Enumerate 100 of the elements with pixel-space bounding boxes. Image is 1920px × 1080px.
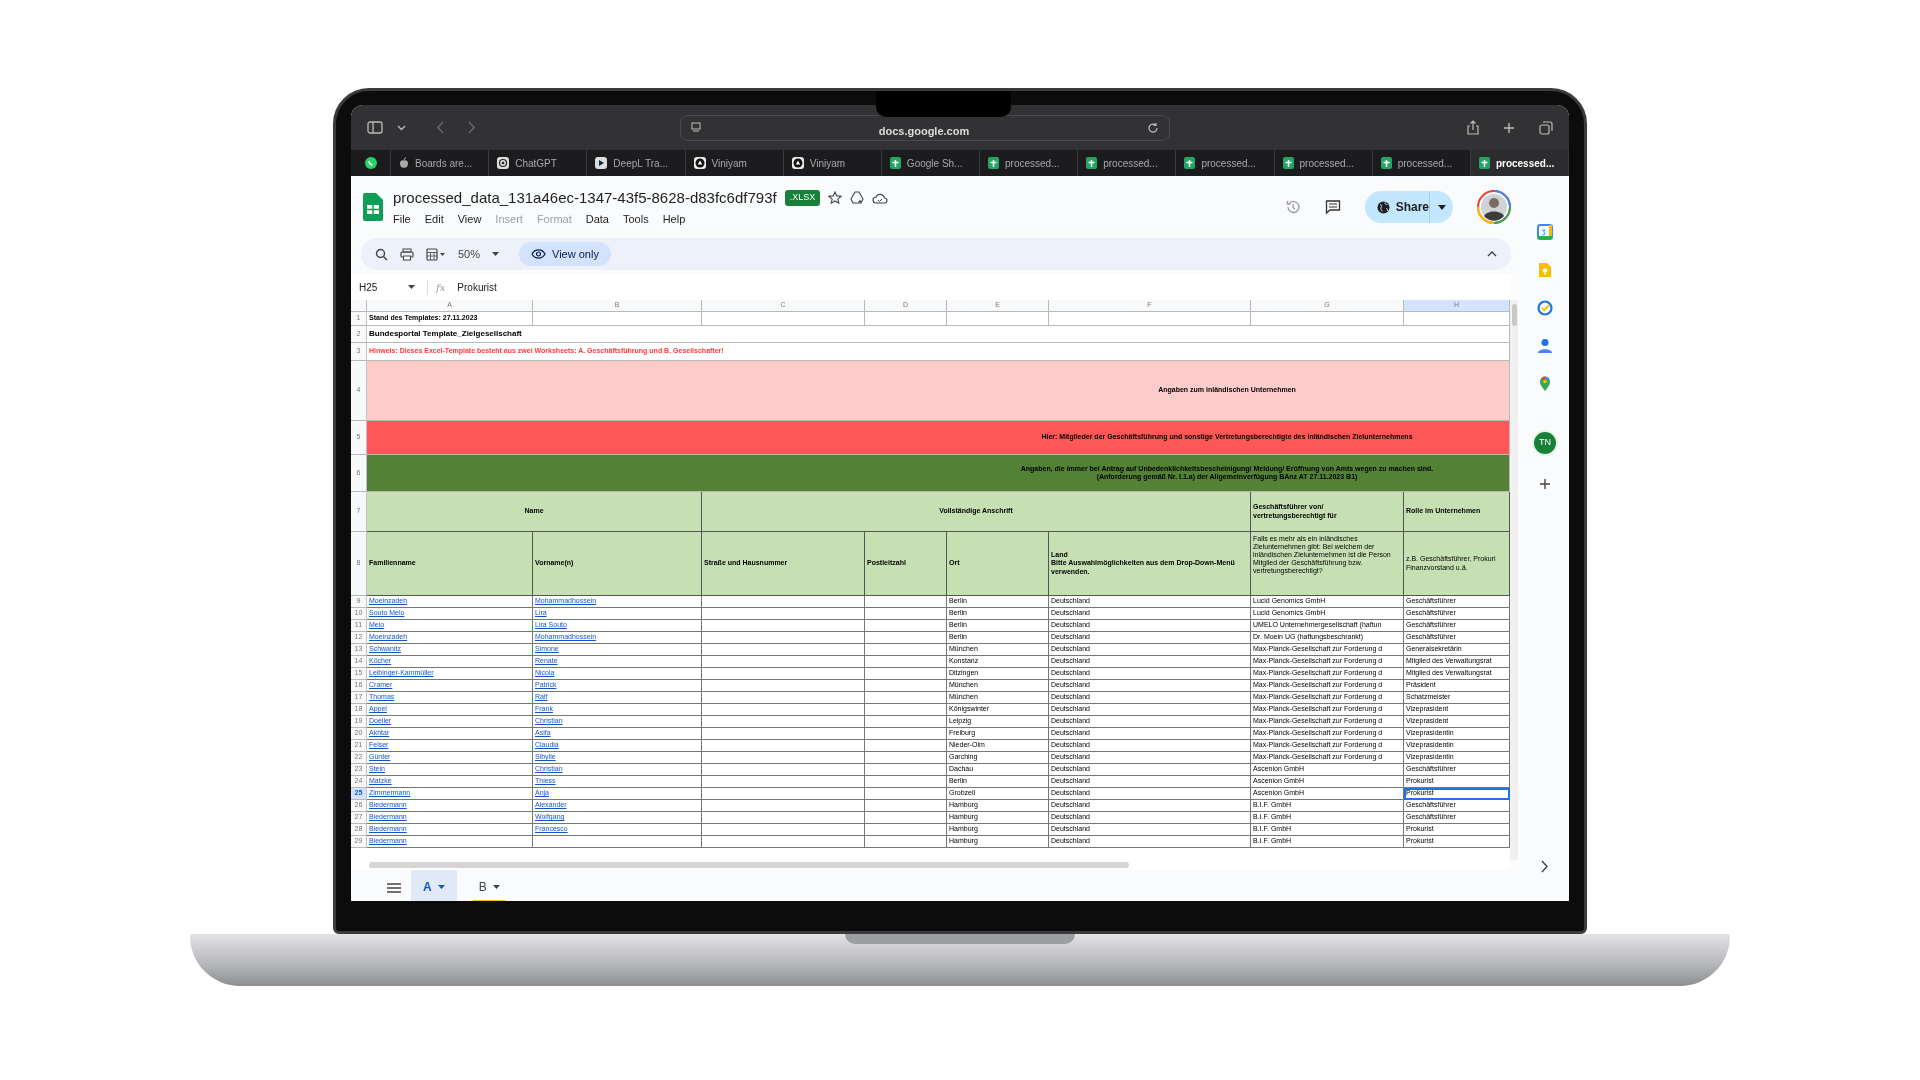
table-cell[interactable] bbox=[702, 788, 865, 800]
menu-icon[interactable] bbox=[387, 883, 401, 893]
table-cell[interactable] bbox=[865, 824, 947, 836]
person-icon[interactable] bbox=[1538, 338, 1552, 354]
table-cell[interactable] bbox=[947, 312, 1049, 326]
table-cell[interactable] bbox=[865, 632, 947, 644]
comment-icon[interactable] bbox=[1324, 199, 1341, 215]
table-cell[interactable] bbox=[865, 656, 947, 668]
table-cell[interactable] bbox=[533, 836, 702, 848]
table-cell[interactable] bbox=[702, 764, 865, 776]
file-type-badge: .XLSX bbox=[784, 190, 821, 206]
caret-icon[interactable] bbox=[492, 252, 500, 256]
calendar-icon[interactable] bbox=[1537, 224, 1553, 240]
table-cell[interactable] bbox=[702, 620, 865, 632]
spreadsheet-icon bbox=[1478, 157, 1490, 169]
menu-item[interactable]: Help bbox=[662, 211, 686, 228]
table-cell[interactable] bbox=[865, 764, 947, 776]
task-check-icon[interactable] bbox=[1537, 300, 1553, 316]
menu-item[interactable]: View bbox=[457, 211, 482, 228]
add-icon[interactable] bbox=[1539, 478, 1551, 490]
table-cell[interactable] bbox=[702, 776, 865, 788]
table-cell[interactable] bbox=[1251, 312, 1404, 326]
browser-tab[interactable]: processed... bbox=[1470, 150, 1569, 176]
table-cell[interactable] bbox=[702, 596, 865, 608]
formula-field[interactable]: Prokurist bbox=[457, 279, 497, 295]
spreadsheet-icon bbox=[1282, 157, 1294, 169]
share-menu-button[interactable] bbox=[1429, 191, 1453, 223]
table-cell[interactable] bbox=[702, 716, 865, 728]
table-cell[interactable] bbox=[702, 668, 865, 680]
table-cell[interactable] bbox=[865, 596, 947, 608]
print-icon[interactable] bbox=[400, 247, 414, 261]
name-box[interactable]: H25 bbox=[351, 279, 423, 295]
menu-item[interactable]: Edit bbox=[424, 211, 444, 228]
table-cell[interactable] bbox=[702, 752, 865, 764]
spreadsheet-logo[interactable] bbox=[363, 193, 383, 221]
table-cell[interactable] bbox=[702, 704, 865, 716]
sheet-tab[interactable]: B bbox=[466, 870, 512, 901]
scrollbar[interactable] bbox=[369, 862, 1129, 868]
sidebar-icon[interactable] bbox=[367, 121, 383, 134]
table-cell[interactable] bbox=[702, 656, 865, 668]
avatar[interactable] bbox=[1477, 190, 1511, 224]
menu-item[interactable]: File bbox=[393, 211, 411, 228]
history-icon[interactable] bbox=[1284, 199, 1301, 215]
dropdown-caret-icon[interactable] bbox=[397, 124, 406, 131]
table-cell[interactable] bbox=[702, 800, 865, 812]
table-cell[interactable] bbox=[1049, 312, 1251, 326]
spreadsheet-icon bbox=[1086, 157, 1098, 169]
drive-icon[interactable] bbox=[850, 191, 865, 205]
menu-item[interactable]: Data bbox=[585, 211, 609, 228]
table-cell[interactable] bbox=[865, 692, 947, 704]
table-cell[interactable] bbox=[702, 728, 865, 740]
address-bar[interactable]: docs.google.com bbox=[680, 114, 1170, 141]
table-cell[interactable] bbox=[865, 836, 947, 848]
table-cell[interactable] bbox=[702, 632, 865, 644]
table-cell[interactable] bbox=[865, 312, 947, 326]
menu-item[interactable]: Tools bbox=[622, 211, 649, 228]
collapse-icon[interactable] bbox=[1487, 251, 1497, 257]
table-cell[interactable] bbox=[865, 788, 947, 800]
table-cell[interactable] bbox=[865, 608, 947, 620]
table-cell[interactable] bbox=[865, 800, 947, 812]
share-icon[interactable] bbox=[1467, 120, 1479, 135]
table-cell[interactable] bbox=[865, 704, 947, 716]
plus-icon[interactable] bbox=[1503, 121, 1515, 134]
reload-icon[interactable] bbox=[1147, 121, 1159, 134]
cloud-check-icon[interactable] bbox=[872, 191, 889, 204]
table-cell[interactable] bbox=[865, 812, 947, 824]
tab-overview-icon[interactable] bbox=[1539, 120, 1553, 135]
map-pin-icon[interactable] bbox=[1539, 376, 1551, 392]
table-cell[interactable] bbox=[702, 824, 865, 836]
table-cell[interactable] bbox=[702, 692, 865, 704]
table-cell[interactable] bbox=[865, 668, 947, 680]
table-cell[interactable] bbox=[865, 716, 947, 728]
table-cell[interactable] bbox=[865, 728, 947, 740]
table-cell[interactable] bbox=[533, 312, 702, 326]
table-cell[interactable] bbox=[865, 620, 947, 632]
back-icon[interactable] bbox=[436, 121, 444, 134]
table-cell[interactable] bbox=[702, 680, 865, 692]
caret-icon bbox=[1437, 204, 1446, 210]
table-cell[interactable] bbox=[702, 644, 865, 656]
avatar[interactable]: TN bbox=[1532, 430, 1558, 456]
document-title[interactable]: processed_data_131a46ec-1347-43f5-8628-d83fc6df793f bbox=[393, 186, 777, 209]
forward-icon[interactable] bbox=[468, 121, 476, 134]
table-cell[interactable] bbox=[702, 608, 865, 620]
table-cell[interactable] bbox=[865, 740, 947, 752]
calculator-icon[interactable] bbox=[426, 247, 446, 261]
table-cell[interactable] bbox=[865, 752, 947, 764]
scrollbar[interactable] bbox=[1511, 304, 1517, 326]
star-icon[interactable] bbox=[828, 190, 843, 205]
table-cell[interactable] bbox=[702, 812, 865, 824]
sheet-tab[interactable]: A bbox=[411, 870, 457, 901]
search-icon[interactable] bbox=[375, 247, 388, 261]
table-cell[interactable] bbox=[702, 740, 865, 752]
table-cell[interactable] bbox=[702, 836, 865, 848]
table-cell[interactable] bbox=[865, 644, 947, 656]
view-mode-button[interactable]: View only bbox=[519, 242, 611, 266]
zoom-value[interactable]: 50% bbox=[458, 245, 481, 263]
table-cell[interactable] bbox=[865, 776, 947, 788]
expand-panel-icon[interactable] bbox=[1541, 860, 1549, 873]
table-cell[interactable] bbox=[865, 680, 947, 692]
table-cell[interactable] bbox=[702, 312, 865, 326]
